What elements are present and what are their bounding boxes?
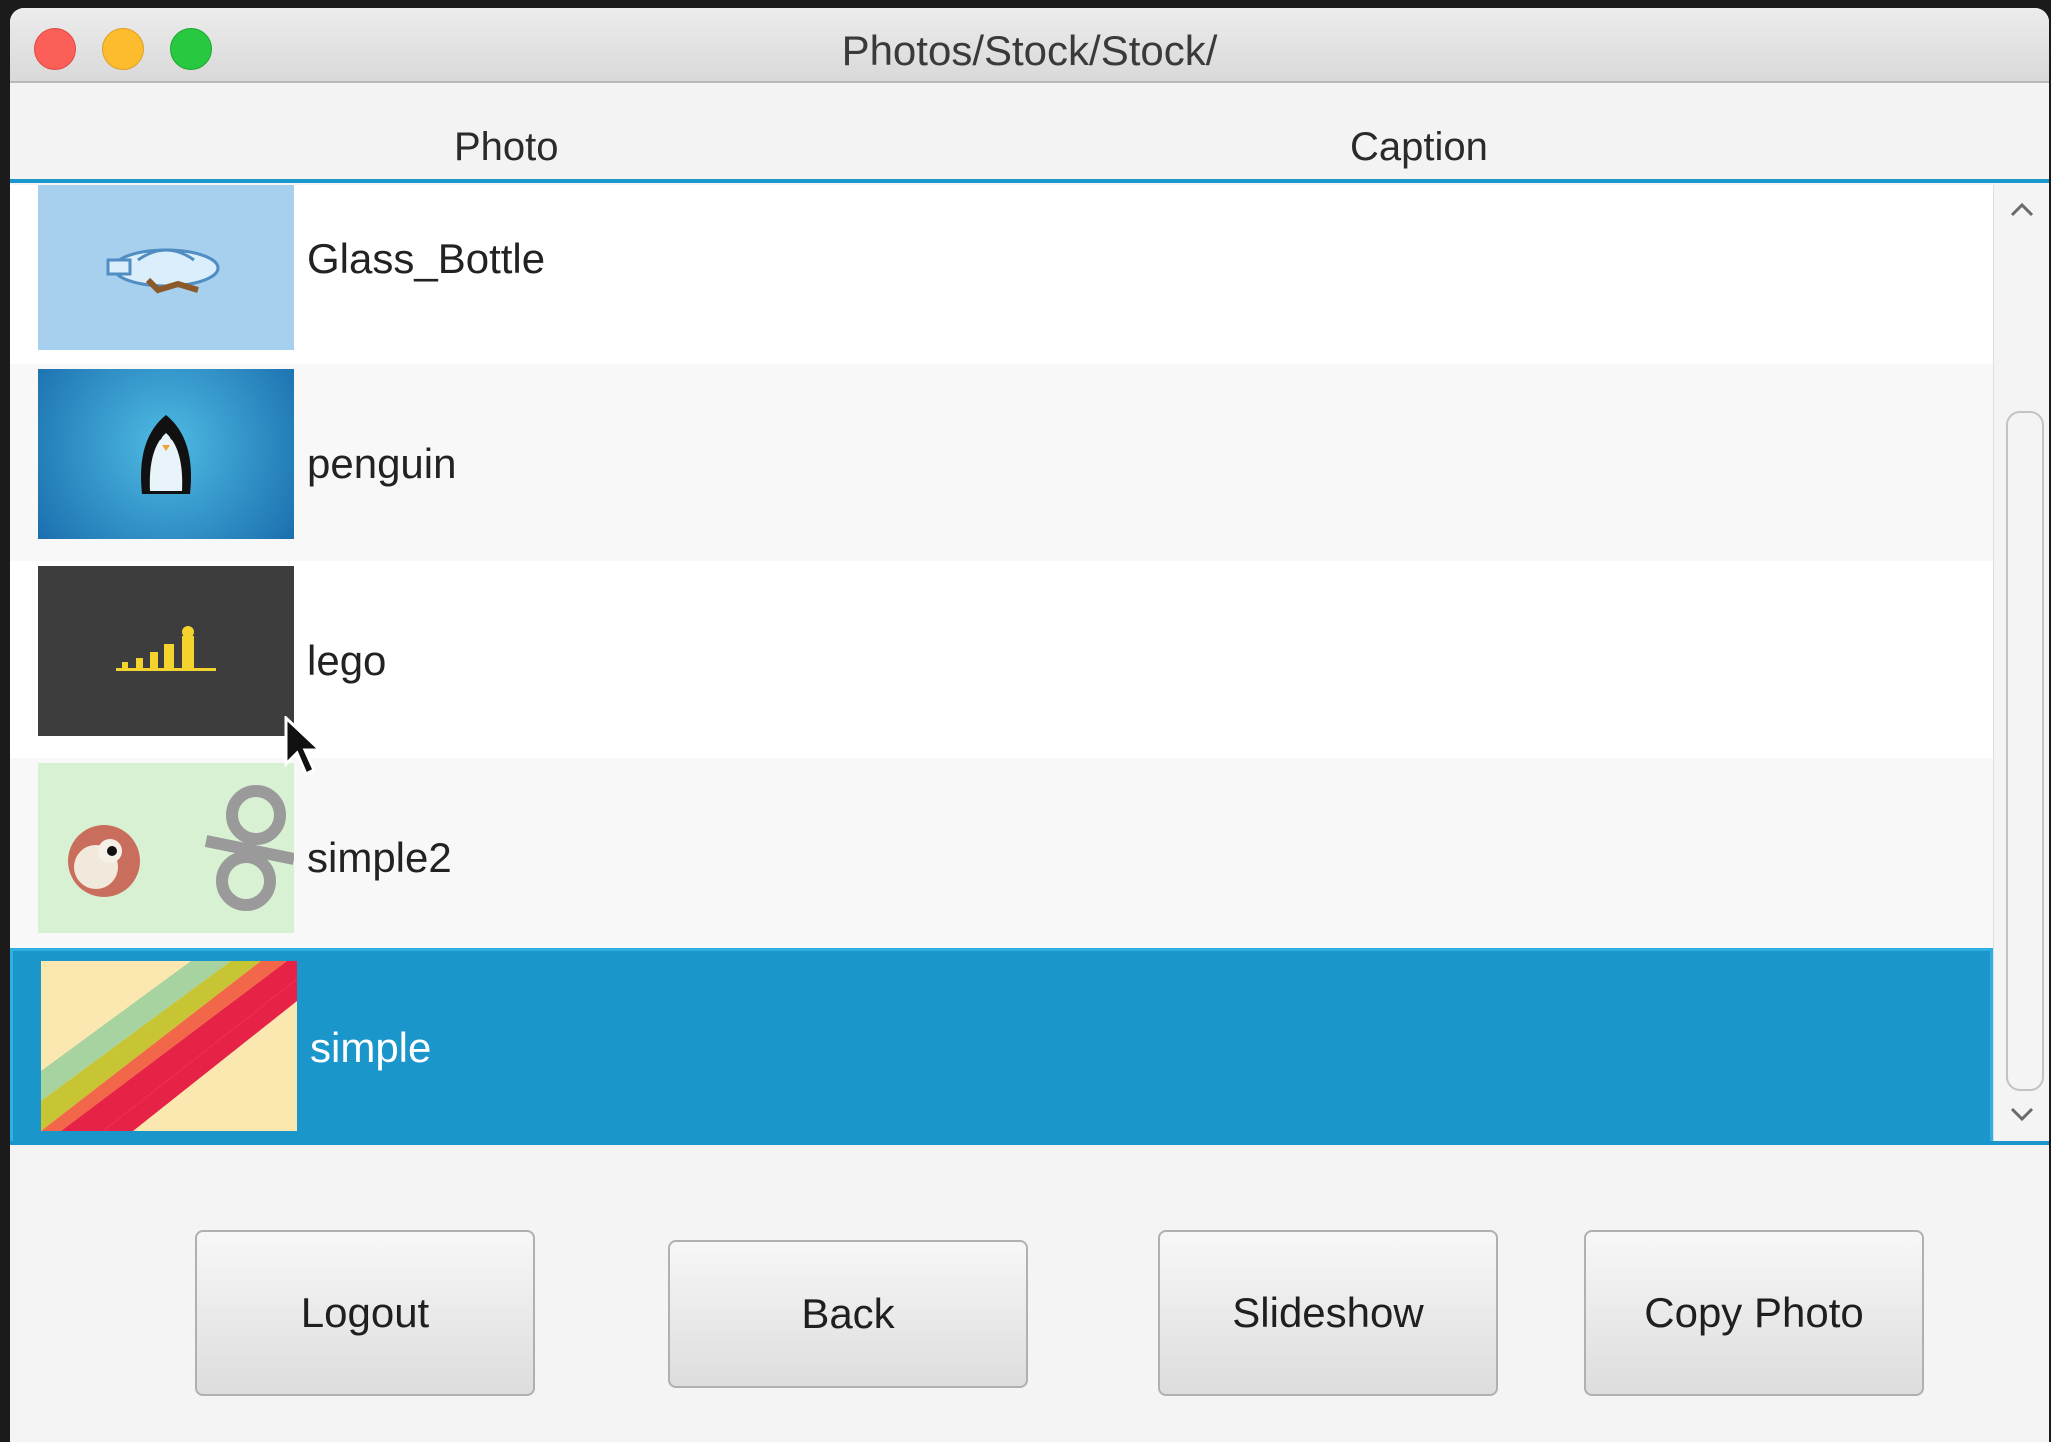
- cartoon-eye-thumbnail: [38, 763, 294, 933]
- lego-thumbnail: [38, 566, 294, 736]
- photo-caption: simple: [310, 1024, 432, 1071]
- back-button[interactable]: Back: [668, 1240, 1028, 1388]
- table-bottom-border: [10, 1141, 2049, 1145]
- scrollbar-thumb[interactable]: [2006, 411, 2044, 1091]
- window-title: Photos/Stock/Stock/: [841, 27, 1218, 74]
- glass-bottle-thumbnail: [38, 185, 294, 350]
- logout-button[interactable]: Logout: [195, 1230, 535, 1396]
- title-bar: Photos/Stock/Stock/: [10, 8, 2049, 83]
- photo-caption: simple2: [307, 834, 452, 881]
- rainbow-stripes-thumbnail: [41, 961, 297, 1131]
- vertical-scrollbar[interactable]: [1993, 185, 2049, 1141]
- table-row[interactable]: Glass_Bottle: [10, 185, 1993, 364]
- penguin-thumbnail: [38, 369, 294, 539]
- scroll-down-icon[interactable]: [2006, 1097, 2038, 1129]
- photo-caption: lego: [307, 637, 387, 684]
- table-row[interactable]: simple2: [10, 758, 1993, 955]
- mouse-cursor-icon: [284, 716, 324, 777]
- photo-caption: penguin: [307, 440, 457, 487]
- scroll-up-icon[interactable]: [2006, 195, 2038, 227]
- copy-photo-button[interactable]: Copy Photo: [1584, 1230, 1924, 1396]
- table-row[interactable]: penguin: [10, 364, 1993, 561]
- column-header-caption[interactable]: Caption: [1350, 125, 1488, 170]
- photo-table: Glass_Bottle penguin lego simple2 simple: [10, 185, 2049, 1141]
- slideshow-button[interactable]: Slideshow: [1158, 1230, 1498, 1396]
- table-row-selected[interactable]: simple: [10, 948, 1993, 1141]
- photo-caption: Glass_Bottle: [307, 235, 546, 282]
- column-header-photo[interactable]: Photo: [454, 125, 559, 170]
- table-header: Photo Caption: [10, 83, 2049, 183]
